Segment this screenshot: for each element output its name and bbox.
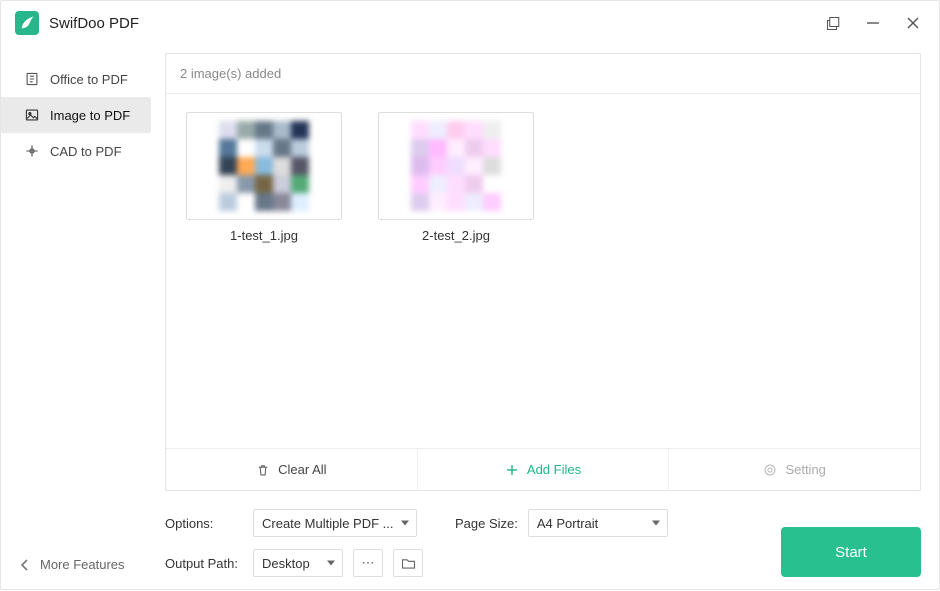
chevron-left-icon [20,559,30,571]
close-icon[interactable] [893,4,933,42]
minimize-icon[interactable] [853,4,893,42]
cad-icon [25,144,40,158]
app-logo [15,11,39,35]
sidebar-item-label: Image to PDF [50,108,130,123]
sidebar-item-label: Office to PDF [50,72,128,87]
office-icon [25,72,40,86]
sidebar-item-cad[interactable]: CAD to PDF [1,133,161,169]
setting-label: Setting [785,462,825,477]
sidebar: Office to PDF Image to PDF CAD to PDF [1,45,161,591]
file-thumb[interactable]: 2-test_2.jpg [378,112,534,243]
gear-icon [763,463,777,477]
open-folder-button[interactable] [393,549,423,577]
sidebar-item-office[interactable]: Office to PDF [1,61,161,97]
plus-icon [505,463,519,477]
clear-all-button[interactable]: Clear All [166,449,418,490]
panel-status: 2 image(s) added [166,54,920,94]
clear-label: Clear All [278,462,326,477]
feather-icon [19,15,35,31]
panel-footer: Clear All Add Files Setting [166,448,920,490]
trash-icon [256,463,270,477]
add-label: Add Files [527,462,581,477]
options-label: Options: [165,516,243,531]
restore-icon[interactable] [813,4,853,42]
file-panel: 2 image(s) added 1-test_1.jpg 2-test_2.j… [165,53,921,491]
add-files-button[interactable]: Add Files [418,449,670,490]
output-label: Output Path: [165,556,243,571]
more-features-label: More Features [40,557,125,572]
more-features-link[interactable]: More Features [20,557,125,572]
thumbnail-area: 1-test_1.jpg 2-test_2.jpg [166,94,920,448]
more-path-button[interactable]: ⋯ [353,549,383,577]
file-thumb[interactable]: 1-test_1.jpg [186,112,342,243]
thumb-preview [186,112,342,220]
window-controls [813,4,933,42]
sidebar-item-image[interactable]: Image to PDF [1,97,151,133]
output-select[interactable]: Desktop [253,549,343,577]
pagesize-label: Page Size: [455,516,518,531]
thumb-filename: 2-test_2.jpg [422,228,490,243]
titlebar: SwifDoo PDF [1,1,939,45]
image-icon [25,108,40,122]
pagesize-select[interactable]: A4 Portrait [528,509,668,537]
app-title: SwifDoo PDF [49,15,813,32]
thumb-filename: 1-test_1.jpg [230,228,298,243]
setting-button[interactable]: Setting [669,449,920,490]
thumb-preview [378,112,534,220]
options-select[interactable]: Create Multiple PDF ... [253,509,417,537]
folder-icon [401,557,416,570]
start-button[interactable]: Start [781,527,921,577]
sidebar-item-label: CAD to PDF [50,144,122,159]
